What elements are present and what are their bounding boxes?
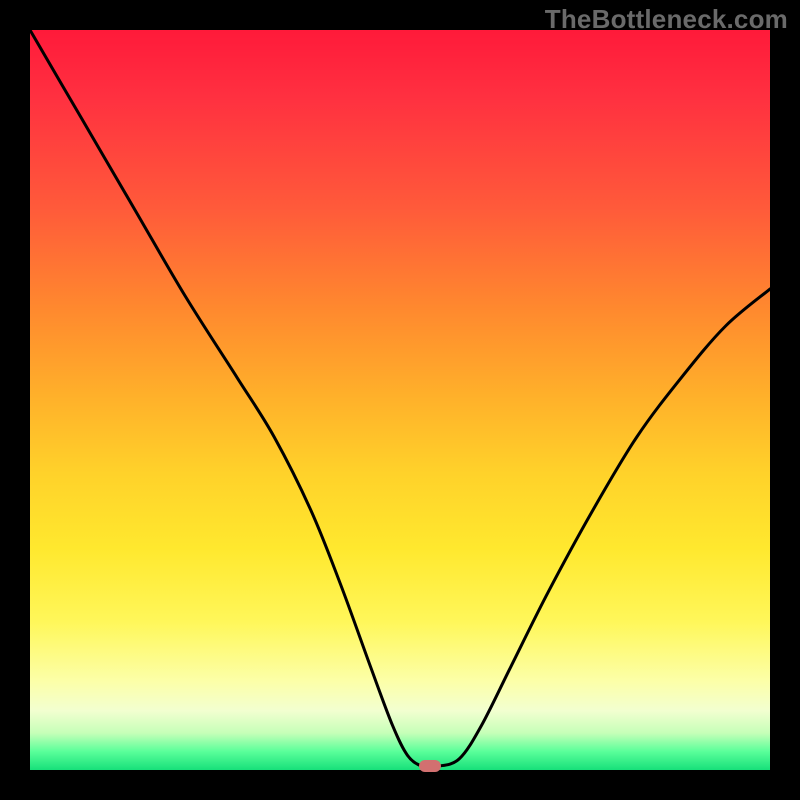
- bottleneck-curve: [30, 30, 770, 770]
- watermark-text: TheBottleneck.com: [545, 4, 788, 35]
- curve-path: [30, 30, 770, 767]
- chart-container: TheBottleneck.com: [0, 0, 800, 800]
- optimal-marker: [419, 760, 441, 772]
